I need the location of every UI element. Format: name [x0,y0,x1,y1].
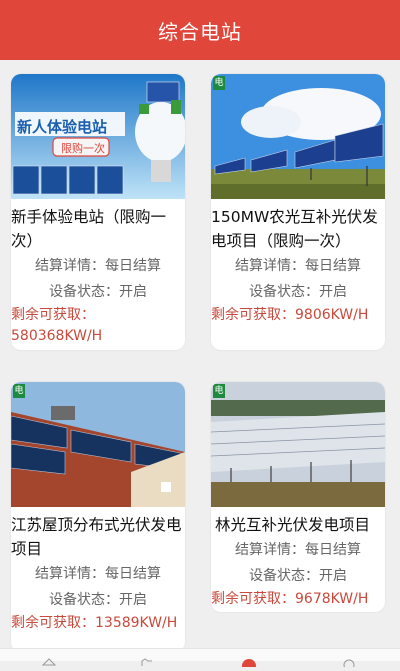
remaining-amount: 剩余可获取： 580368KW/H [11,305,185,347]
device-status: 设备状态：开启 [249,284,347,300]
bottom-tab-bar [0,648,400,671]
brand-logo: 电 [13,384,25,398]
page-title: 综合电站 [158,19,242,44]
station-title: 江苏屋顶分布式光伏发电项目 [11,516,182,558]
device-status: 设备状态：开启 [49,284,147,300]
remaining-amount: 剩余可获取：13589KW/H [11,613,185,634]
station-title: 150MW农光互补光伏发电项目（限购一次） [211,208,378,250]
remaining-label: 剩余可获取： [11,307,95,323]
brand-logo: 电 [213,76,225,90]
settlement-detail: 结算详情：每日结算 [235,258,361,274]
device-status: 设备状态：开启 [249,568,347,584]
remaining-value: 580368KW/H [11,328,103,344]
station-title: 林光互补光伏发电项目 [215,516,371,534]
station-card[interactable]: 电 林光互补光伏发电项目 结算详情：每日结算 设备状态：开启 剩余可获取：967… [211,382,385,612]
remaining-value: 9806KW/H [295,307,369,323]
station-title: 新手体验电站（限购一次） [11,208,167,250]
settlement-detail: 结算详情：每日结算 [235,542,361,558]
remaining-amount: 剩余可获取：9806KW/H [211,305,385,326]
station-image: 电 [211,74,385,199]
app-header: 综合电站 [0,0,400,60]
station-card[interactable]: 电 江苏屋顶分布式光伏发电项目 结算详情：每日结算 设备状态：开启 剩余可获取：… [11,382,185,652]
remaining-label: 剩余可获取： [211,307,295,323]
settlement-detail: 结算详情：每日结算 [35,258,161,274]
station-image: 电 [11,382,185,507]
remaining-label: 剩余可获取： [11,615,95,631]
remaining-amount: 剩余可获取：9678KW/H [211,589,385,610]
station-card[interactable]: 电 150MW农光互补光伏发电项目（限购一次） 结算详情：每日结算 设备状态：开… [211,74,385,350]
banner-subtitle: 限购一次 [61,142,105,155]
station-image: 新人体验电站 限购一次 [11,74,185,199]
banner-title: 新人体验电站 [17,118,108,136]
remaining-value: 9678KW/H [295,591,369,607]
station-image: 电 [211,382,385,507]
remaining-label: 剩余可获取： [211,591,295,607]
remaining-value: 13589KW/H [95,615,178,631]
settlement-detail: 结算详情：每日结算 [35,566,161,582]
device-status: 设备状态：开启 [49,592,147,608]
brand-logo: 电 [213,384,225,398]
station-card[interactable]: 新人体验电站 限购一次 新手体验电站（限购一次） 结算详情：每日结算 设备状态：… [11,74,185,350]
